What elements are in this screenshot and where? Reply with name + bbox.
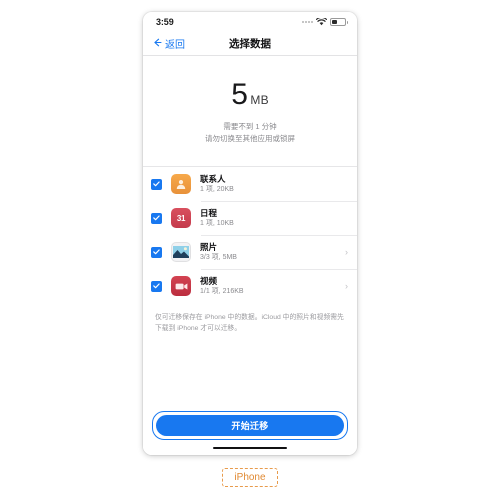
home-indicator: [213, 446, 287, 449]
checkbox-photos[interactable]: [151, 246, 162, 258]
list-item-title: 照片: [200, 241, 218, 252]
cta-focus-ring: 开始迁移: [152, 410, 348, 440]
phone-frame: 3:59 返回 选择数据 5 MB 需要不到 1 分钟 请勿切换至其他应用或锁屏…: [143, 12, 357, 455]
screenshot-stage: 3:59 返回 选择数据 5 MB 需要不到 1 分钟 请勿切换至其他应用或锁屏…: [0, 0, 500, 500]
list-item-text: 联系人 1 项, 20KB: [200, 174, 348, 195]
list-item-meta: 3/3 项, 5MB: [200, 254, 237, 262]
size-value: 5: [231, 78, 248, 111]
transfer-hints: 需要不到 1 分钟 请勿切换至其他应用或锁屏: [155, 121, 345, 145]
bottom-action-bar: 开始迁移: [143, 410, 357, 455]
wifi-icon: [315, 13, 328, 31]
checkbox-contacts[interactable]: [151, 178, 162, 190]
list-item[interactable]: 照片 3/3 项, 5MB ›: [143, 235, 357, 269]
list-item-meta: 1 项, 20KB: [200, 186, 234, 194]
chevron-right-icon[interactable]: ›: [341, 281, 348, 291]
status-indicators: [302, 13, 348, 31]
transfer-size-summary: 5 MB 需要不到 1 分钟 请勿切换至其他应用或锁屏: [143, 56, 357, 161]
status-clock: 3:59: [156, 17, 174, 27]
footnote-text: 仅可迁移保存在 iPhone 中的数据。iCloud 中的照片和视频需先下载到 …: [155, 314, 344, 333]
size-unit: MB: [250, 93, 269, 107]
navigation-bar: 返回 选择数据: [143, 32, 357, 56]
contacts-icon: [171, 174, 191, 195]
data-category-list: 联系人 1 项, 20KB 31 日程 1 项, 10KB 照片 3/3 项, …: [143, 166, 357, 304]
video-icon: [171, 276, 191, 297]
photos-icon: [171, 242, 191, 263]
device-caption: iPhone: [0, 468, 500, 487]
back-arrow-icon: [153, 38, 162, 50]
device-label: iPhone: [222, 468, 278, 487]
list-item-title: 日程: [200, 207, 218, 218]
list-item-meta: 1 项, 10KB: [200, 220, 234, 228]
list-item[interactable]: 视频 1/1 项, 216KB ›: [143, 269, 357, 303]
back-button[interactable]: 返回: [153, 36, 185, 51]
back-button-label: 返回: [165, 40, 185, 51]
list-item-text: 视频 1/1 项, 216KB: [200, 276, 341, 297]
checkbox-video[interactable]: [151, 280, 162, 292]
battery-icon: [330, 18, 348, 26]
estimated-time-text: 需要不到 1 分钟: [223, 122, 277, 131]
start-migration-button[interactable]: 开始迁移: [156, 414, 344, 436]
size-display: 5 MB: [155, 80, 345, 110]
do-not-switch-text: 请勿切换至其他应用或锁屏: [205, 134, 295, 144]
list-item[interactable]: 31 日程 1 项, 10KB: [143, 201, 357, 235]
chevron-right-icon[interactable]: ›: [341, 247, 348, 257]
checkbox-calendar[interactable]: [151, 212, 162, 224]
status-bar: 3:59: [143, 12, 357, 32]
list-item-text: 日程 1 项, 10KB: [200, 208, 348, 229]
list-item-text: 照片 3/3 项, 5MB: [200, 242, 341, 263]
signal-dots-icon: [302, 21, 313, 23]
list-item-meta: 1/1 项, 216KB: [200, 288, 244, 296]
screen-body: 5 MB 需要不到 1 分钟 请勿切换至其他应用或锁屏 联系人 1 项, 20K…: [143, 56, 357, 455]
list-item[interactable]: 联系人 1 项, 20KB: [143, 167, 357, 201]
list-item-title: 视频: [200, 275, 218, 286]
calendar-icon: 31: [171, 208, 191, 229]
list-item-title: 联系人: [200, 173, 226, 184]
